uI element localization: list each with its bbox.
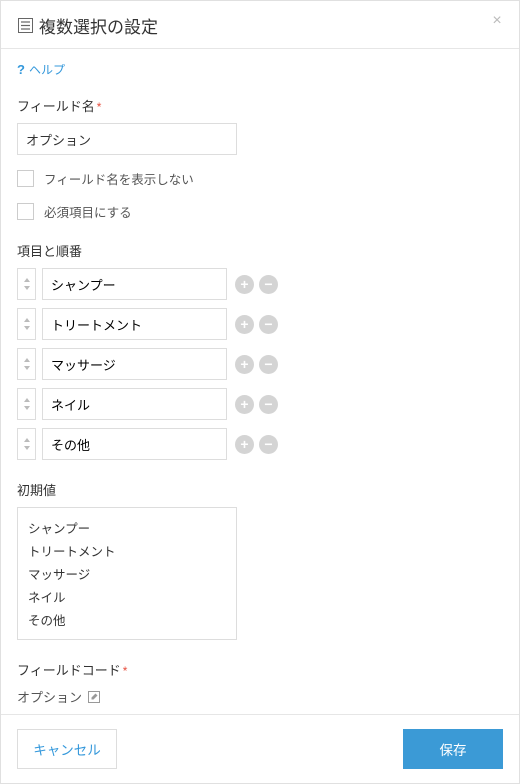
dialog-header: 複数選択の設定 ×: [1, 1, 519, 49]
help-icon: ?: [17, 62, 25, 77]
remove-item-button[interactable]: −: [259, 355, 278, 374]
sort-handle[interactable]: [17, 388, 36, 420]
required-checkbox[interactable]: [17, 203, 34, 220]
fieldcode-value: オプション: [17, 687, 82, 706]
help-text: ヘルプ: [29, 61, 65, 78]
multiselect-icon: [17, 18, 33, 34]
add-item-button[interactable]: +: [235, 275, 254, 294]
required-text: 必須項目にする: [44, 202, 132, 221]
fieldcode-label: フィールドコード*: [17, 660, 503, 679]
close-button[interactable]: ×: [487, 11, 507, 31]
add-item-button[interactable]: +: [235, 355, 254, 374]
dialog-body: ? ヘルプ フィールド名* フィールド名を表示しない 必須項目にする 項目と順番…: [1, 49, 519, 714]
add-item-button[interactable]: +: [235, 435, 254, 454]
hide-label-checkbox[interactable]: [17, 170, 34, 187]
item-row: +−: [17, 348, 503, 380]
item-input[interactable]: [42, 308, 227, 340]
default-label: 初期値: [17, 480, 503, 499]
item-row: +−: [17, 268, 503, 300]
fieldcode-section: フィールドコード* オプション: [17, 660, 503, 706]
save-button[interactable]: 保存: [403, 729, 503, 769]
item-input[interactable]: [42, 348, 227, 380]
default-option[interactable]: トリートメント: [28, 539, 226, 562]
item-input[interactable]: [42, 388, 227, 420]
remove-item-button[interactable]: −: [259, 435, 278, 454]
hide-label-row: フィールド名を表示しない: [17, 169, 503, 188]
dialog: 複数選択の設定 × ? ヘルプ フィールド名* フィールド名を表示しない 必須項…: [0, 0, 520, 784]
default-option[interactable]: その他: [28, 608, 226, 631]
default-listbox[interactable]: シャンプートリートメントマッサージネイルその他: [17, 507, 237, 640]
default-option[interactable]: マッサージ: [28, 562, 226, 585]
cancel-button[interactable]: キャンセル: [17, 729, 117, 769]
item-row: +−: [17, 428, 503, 460]
dialog-footer: キャンセル 保存: [1, 714, 519, 783]
add-item-button[interactable]: +: [235, 315, 254, 334]
sort-handle[interactable]: [17, 268, 36, 300]
item-row: +−: [17, 308, 503, 340]
remove-item-button[interactable]: −: [259, 315, 278, 334]
item-row: +−: [17, 388, 503, 420]
field-name-input[interactable]: [17, 123, 237, 155]
add-item-button[interactable]: +: [235, 395, 254, 414]
items-label: 項目と順番: [17, 241, 503, 260]
default-option[interactable]: シャンプー: [28, 516, 226, 539]
required-mark: *: [123, 664, 128, 678]
item-input[interactable]: [42, 428, 227, 460]
required-row: 必須項目にする: [17, 202, 503, 221]
field-name-label: フィールド名*: [17, 96, 503, 115]
edit-icon[interactable]: [87, 690, 101, 704]
sort-handle[interactable]: [17, 428, 36, 460]
help-link[interactable]: ? ヘルプ: [17, 61, 503, 78]
remove-item-button[interactable]: −: [259, 395, 278, 414]
sort-handle[interactable]: [17, 348, 36, 380]
items-section: 項目と順番 +−+−+−+−+−: [17, 241, 503, 460]
hide-label-text: フィールド名を表示しない: [44, 169, 194, 188]
remove-item-button[interactable]: −: [259, 275, 278, 294]
item-input[interactable]: [42, 268, 227, 300]
required-mark: *: [97, 100, 102, 114]
fieldcode-row: オプション: [17, 687, 503, 706]
default-section: 初期値 シャンプートリートメントマッサージネイルその他: [17, 480, 503, 640]
default-option[interactable]: ネイル: [28, 585, 226, 608]
sort-handle[interactable]: [17, 308, 36, 340]
dialog-title: 複数選択の設定: [39, 13, 158, 38]
